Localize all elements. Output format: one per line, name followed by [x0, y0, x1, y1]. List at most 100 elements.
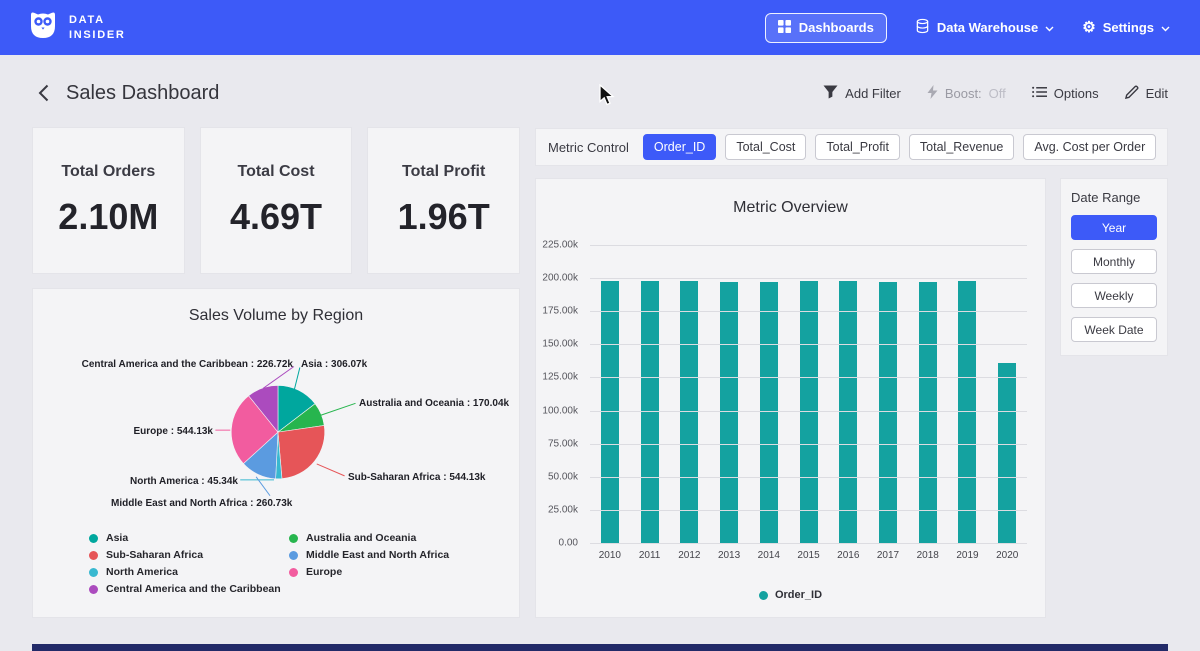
metric-overview-chart-card: Metric Overview 0.0025.00k50.00k75.00k10… [535, 178, 1046, 618]
bar-slot [789, 245, 829, 543]
date-range-option-monthly[interactable]: Monthly [1071, 249, 1157, 274]
edit-button[interactable]: Edit [1125, 85, 1168, 102]
pie-slice-sub-saharan-africa[interactable] [278, 425, 325, 478]
bar-2016[interactable] [839, 281, 857, 543]
boost-toggle[interactable]: Boost: Off [927, 85, 1006, 102]
settings-menu[interactable]: ⚙ Settings [1082, 20, 1170, 35]
dashboards-label: Dashboards [799, 20, 874, 35]
back-button[interactable] [30, 80, 56, 106]
metric-option-total-revenue[interactable]: Total_Revenue [909, 134, 1014, 160]
bar-slot [749, 245, 789, 543]
header-actions: Add Filter Boost: Off Options [823, 85, 1168, 102]
x-tick-label: 2015 [789, 550, 829, 561]
y-tick-label: 25.00k [548, 504, 578, 515]
data-warehouse-label: Data Warehouse [937, 20, 1038, 35]
dashboards-button[interactable]: Dashboards [765, 13, 887, 43]
y-tick-label: 125.00k [542, 372, 578, 383]
kpi-value: 4.69T [230, 196, 322, 238]
legend-label: Order_ID [775, 589, 822, 601]
date-range-option-week-date[interactable]: Week Date [1071, 317, 1157, 342]
legend-item-order-id[interactable]: Order_ID [759, 589, 822, 601]
gridline [590, 444, 1027, 445]
gridline [590, 278, 1027, 279]
pie-legend-item-sub-saharan-africa[interactable]: Sub-Saharan Africa [89, 549, 289, 561]
kpi-label: Total Orders [61, 163, 155, 181]
pie-legend-item-australia-and-oceania[interactable]: Australia and Oceania [289, 532, 449, 544]
filter-funnel-icon [823, 85, 838, 102]
bar-slot [987, 245, 1027, 543]
legend-dot [289, 534, 298, 543]
date-range-label: Date Range [1071, 190, 1157, 205]
add-filter-button[interactable]: Add Filter [823, 85, 901, 102]
settings-label: Settings [1103, 20, 1154, 35]
pie-connector-line [263, 367, 294, 389]
y-tick-label: 0.00 [559, 538, 578, 549]
bar-slot [709, 245, 749, 543]
date-range-option-year[interactable]: Year [1071, 215, 1157, 240]
footer-strip [32, 644, 1168, 651]
pie-legend-label: Asia [106, 532, 128, 544]
gear-icon: ⚙ [1082, 20, 1095, 35]
metric-option-total-profit[interactable]: Total_Profit [815, 134, 900, 160]
brand-line1: DATA [69, 13, 126, 28]
bar-slot [868, 245, 908, 543]
metric-option-avg-cost-per-order[interactable]: Avg. Cost per Order [1023, 134, 1156, 160]
bar-slot [948, 245, 988, 543]
gridline [590, 377, 1027, 378]
bar-2020[interactable] [998, 363, 1016, 543]
metric-option-total-cost[interactable]: Total_Cost [725, 134, 806, 160]
pie-legend-column: Asia Sub-Saharan Africa North America Centr… [89, 532, 289, 595]
bar-2017[interactable] [879, 282, 897, 543]
bar-2010[interactable] [601, 281, 619, 543]
x-tick-label: 2014 [749, 550, 789, 561]
pie-legend-item-north-america[interactable]: North America [89, 566, 289, 578]
metric-control-bar: Metric Control Order_IDTotal_CostTotal_P… [535, 128, 1168, 166]
page-header: Sales Dashboard Add Filter Boost: Off [30, 76, 1168, 110]
gridline [590, 344, 1027, 345]
brand-text: DATA INSIDER [69, 13, 126, 43]
x-tick-label: 2017 [868, 550, 908, 561]
gridline [590, 245, 1027, 246]
bar-2014[interactable] [760, 282, 778, 543]
sales-volume-pie-card: Sales Volume by Region Asia : 306.07kAus… [32, 288, 520, 618]
x-tick-label: 2019 [948, 550, 988, 561]
chevron-down-icon [1045, 20, 1054, 35]
x-tick-label: 2018 [908, 550, 948, 561]
top-navbar: DATA INSIDER Dashboards [0, 0, 1200, 55]
pie-legend-item-europe[interactable]: Europe [289, 566, 449, 578]
legend-dot [89, 551, 98, 560]
brand-line2: INSIDER [69, 28, 126, 43]
legend-dot [759, 591, 768, 600]
y-tick-label: 50.00k [548, 471, 578, 482]
pie-legend-item-asia[interactable]: Asia [89, 532, 289, 544]
options-button[interactable]: Options [1032, 86, 1099, 101]
bar-y-axis: 0.0025.00k50.00k75.00k100.00k125.00k150.… [536, 245, 584, 543]
date-range-option-weekly[interactable]: Weekly [1071, 283, 1157, 308]
bar-slot [590, 245, 630, 543]
kpi-card-total-cost: Total Cost4.69T [200, 127, 353, 274]
bar-2012[interactable] [680, 281, 698, 543]
page-title: Sales Dashboard [66, 82, 219, 105]
gridline [590, 510, 1027, 511]
pie-legend-item-middle-east-and-north-africa[interactable]: Middle East and North Africa [289, 549, 449, 561]
metric-control-buttons: Order_ID Total_Cost Total_Profit Total_Reve… [643, 134, 1156, 160]
kpi-label: Total Profit [402, 163, 485, 181]
pie-legend-item-central-america-and-the-caribbean[interactable]: Central America and the Caribbean [89, 583, 289, 595]
bar-2015[interactable] [800, 281, 818, 543]
pie-legend-label: North America [106, 566, 178, 578]
bar-2011[interactable] [641, 281, 659, 543]
options-label: Options [1054, 86, 1099, 101]
bar-2013[interactable] [720, 282, 738, 543]
bar-2019[interactable] [958, 281, 976, 543]
bar-2018[interactable] [919, 282, 937, 543]
data-warehouse-menu[interactable]: Data Warehouse [915, 18, 1054, 37]
kpi-cards: Total Orders 2.10M Total Cost4.69T Total Pr… [32, 127, 520, 274]
pencil-icon [1125, 85, 1139, 102]
y-tick-label: 150.00k [542, 339, 578, 350]
bar-x-axis: 2010201120122013201420152016201720182019… [590, 550, 1027, 561]
gridline [590, 477, 1027, 478]
edit-label: Edit [1146, 86, 1168, 101]
pie-legend-label: Europe [306, 566, 342, 578]
metric-option-order-id[interactable]: Order_ID [643, 134, 716, 160]
kpi-value: 2.10M [58, 196, 158, 238]
